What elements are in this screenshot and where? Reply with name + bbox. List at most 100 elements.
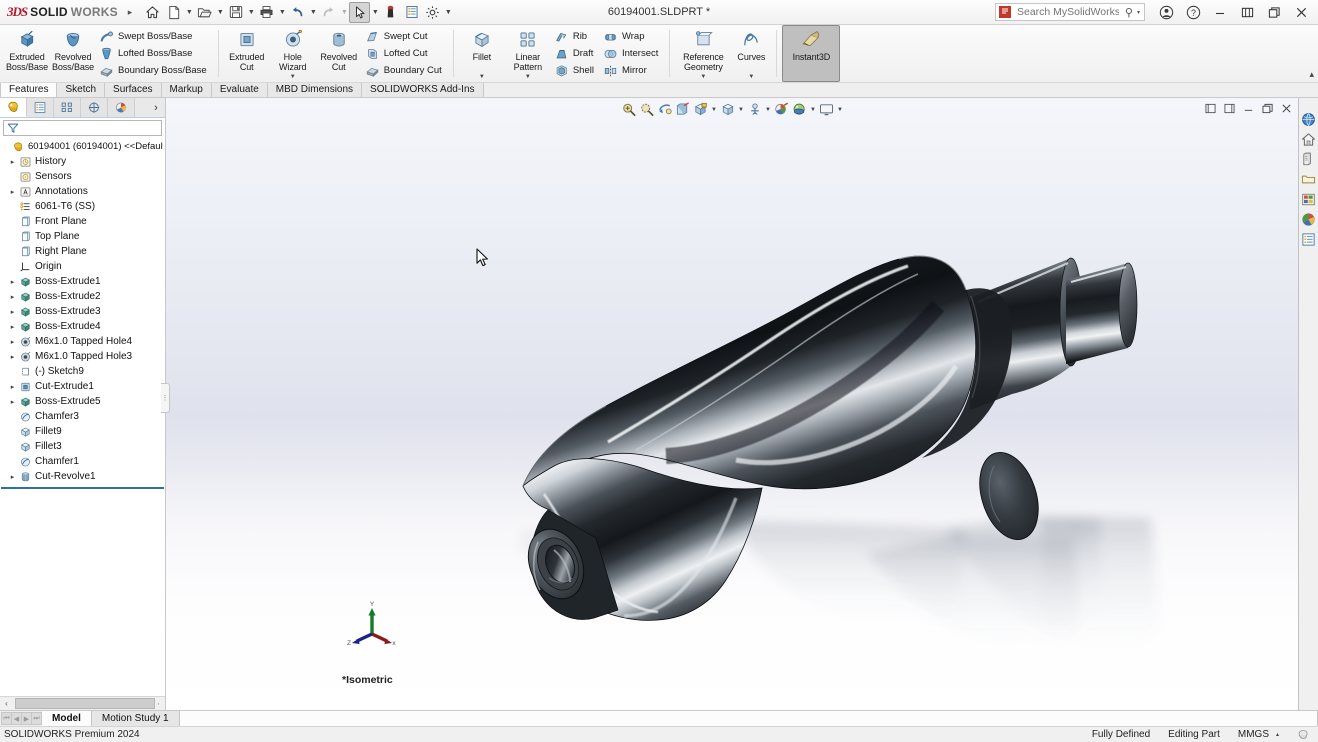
tab-nav-last-button[interactable]: ⏭ [31,712,42,725]
search-mysolidworks-box[interactable]: ⚲ ▾ [995,3,1145,21]
tree-expander[interactable]: ▸ [7,338,18,346]
tree-item-boss-extrude3[interactable]: ▸ Boss-Extrude3 [0,304,165,319]
restore-doc-button[interactable] [1258,100,1277,117]
feature-manager-tab[interactable] [0,98,27,117]
search-dropdown-icon[interactable]: ▾ [1137,9,1141,16]
tree-item-boss-extrude1[interactable]: ▸ Boss-Extrude1 [0,274,165,289]
shell-button[interactable]: Shell [551,62,600,79]
tree-item-boss-extrude2[interactable]: ▸ Boss-Extrude2 [0,289,165,304]
extruded-cut-button[interactable]: Extruded Cut [224,25,270,82]
apply-scene-dropdown-icon[interactable]: ▼ [809,101,818,119]
edit-appearance-icon[interactable] [773,101,791,119]
tree-item-front-plane[interactable]: Front Plane [0,214,165,229]
hole-wizard-button[interactable]: Hole Wizard ▼ [270,25,316,82]
tree-item-fillet9[interactable]: Fillet9 [0,424,165,439]
feature-tree-filter[interactable] [3,120,162,136]
select-dropdown-icon[interactable]: ▼ [370,2,380,23]
view-settings-icon[interactable] [818,101,836,119]
status-units[interactable]: MMGS [1238,729,1269,740]
undo-icon[interactable] [287,2,308,23]
tab-markup[interactable]: Markup [161,83,212,97]
redo-dropdown-icon[interactable]: ▼ [339,2,349,23]
help-icon[interactable]: ? [1180,1,1206,23]
rollback-bar[interactable] [1,487,164,489]
view-orientation-dropdown-icon[interactable]: ▼ [710,101,719,119]
tab-features[interactable]: Features [0,83,58,97]
tree-item-tapped-hole3[interactable]: ▸ M6x1.0 Tapped Hole3 [0,349,165,364]
rebuild-icon[interactable] [380,2,401,23]
open-folder-icon[interactable] [194,2,215,23]
tree-item-boss-extrude4[interactable]: ▸ Boss-Extrude4 [0,319,165,334]
boundary-boss-base-button[interactable]: Boundary Boss/Base [96,62,213,79]
save-icon[interactable] [225,2,246,23]
tree-item-chamfer1[interactable]: Chamfer1 [0,454,165,469]
filter-input[interactable] [22,121,161,135]
tree-expander[interactable]: ▸ [7,383,18,391]
appearances-scenes-icon[interactable] [1299,190,1318,209]
tree-expander[interactable]: ▸ [7,353,18,361]
intersect-button[interactable]: Intersect [600,45,664,62]
restore-doc-left-button[interactable] [1201,100,1220,117]
solidworks-resources-icon[interactable] [1299,110,1318,129]
tree-expander[interactable]: ▸ [7,188,18,196]
tree-expander[interactable]: ▸ [7,293,18,301]
select-arrow-icon[interactable] [349,1,371,23]
search-icon[interactable]: ⚲ [1125,6,1133,19]
user-account-icon[interactable] [1153,1,1179,23]
panel-splitter-grip[interactable]: ⋮ [161,383,170,413]
file-explorer-icon[interactable] [1299,150,1318,169]
new-document-icon[interactable] [163,2,184,23]
apply-scene-icon[interactable] [791,101,809,119]
tree-item-top-plane[interactable]: Top Plane [0,229,165,244]
custom-properties-list-icon[interactable] [1299,230,1318,249]
lofted-cut-button[interactable]: Lofted Cut [362,45,448,62]
units-dropdown-icon[interactable]: ▴ [1276,731,1279,738]
zoom-to-fit-icon[interactable] [620,101,638,119]
curves-button[interactable]: Curves ▼ [731,25,771,82]
display-manager-tab[interactable] [108,98,135,117]
display-style-icon[interactable] [719,101,737,119]
menu-expand-caret-icon[interactable]: ▸ [122,7,143,18]
tree-item-sensors[interactable]: Sensors [0,169,165,184]
tree-item-right-plane[interactable]: Right Plane [0,244,165,259]
curves-dropdown-icon[interactable]: ▼ [748,74,754,80]
overlay-icon[interactable] [1297,728,1310,741]
tree-expander[interactable]: ▸ [7,308,18,316]
tree-item-cut-extrude1[interactable]: ▸ Cut-Extrude1 [0,379,165,394]
home-icon[interactable] [142,2,163,23]
swept-boss-base-button[interactable]: Swept Boss/Base [96,28,213,45]
options-dropdown-icon[interactable]: ▼ [443,2,453,23]
cone-body[interactable] [522,255,977,494]
linear-pattern-button[interactable]: Linear Pattern ▼ [505,25,551,82]
close-window-button[interactable] [1288,1,1314,23]
tab-surfaces[interactable]: Surfaces [105,83,162,97]
tree-expander[interactable]: ▸ [7,398,18,406]
restore-doc-right-button[interactable] [1220,100,1239,117]
draft-button[interactable]: Draft [551,45,600,62]
solidworks-logo[interactable]: 3DS SOLID WORKS [0,4,122,20]
tree-expander[interactable]: ▸ [7,323,18,331]
tile-window-button[interactable] [1234,1,1260,23]
redo-icon[interactable] [318,2,339,23]
tree-item-history[interactable]: ▸ History [0,154,165,169]
configuration-manager-tab[interactable] [54,98,81,117]
scroll-left-arrow-icon[interactable]: ‹ [0,699,13,708]
lofted-boss-base-button[interactable]: Lofted Boss/Base [96,45,213,62]
scroll-track[interactable] [13,698,155,709]
fillet-dropdown-icon[interactable]: ▼ [479,74,485,80]
tree-item-fillet3[interactable]: Fillet3 [0,439,165,454]
graphics-area[interactable]: ▼ ▼ ▼ ▼ ▼ Y x Z *Isometric [166,98,1298,710]
wrap-button[interactable]: Wrap [600,28,664,45]
new-document-dropdown-icon[interactable]: ▼ [184,2,194,23]
close-doc-button[interactable] [1277,100,1296,117]
search-input[interactable] [1015,5,1121,19]
hide-show-dropdown-icon[interactable]: ▼ [764,101,773,119]
tree-item-tapped-hole4[interactable]: ▸ M6x1.0 Tapped Hole4 [0,334,165,349]
tree-expander[interactable]: ▸ [7,278,18,286]
undo-dropdown-icon[interactable]: ▼ [308,2,318,23]
tree-item-material[interactable]: 6061-T6 (SS) [0,199,165,214]
boundary-cut-button[interactable]: Boundary Cut [362,62,448,79]
mirror-button[interactable]: Mirror [600,62,664,79]
rib-button[interactable]: Rib [551,28,600,45]
tab-evaluate[interactable]: Evaluate [211,83,268,97]
